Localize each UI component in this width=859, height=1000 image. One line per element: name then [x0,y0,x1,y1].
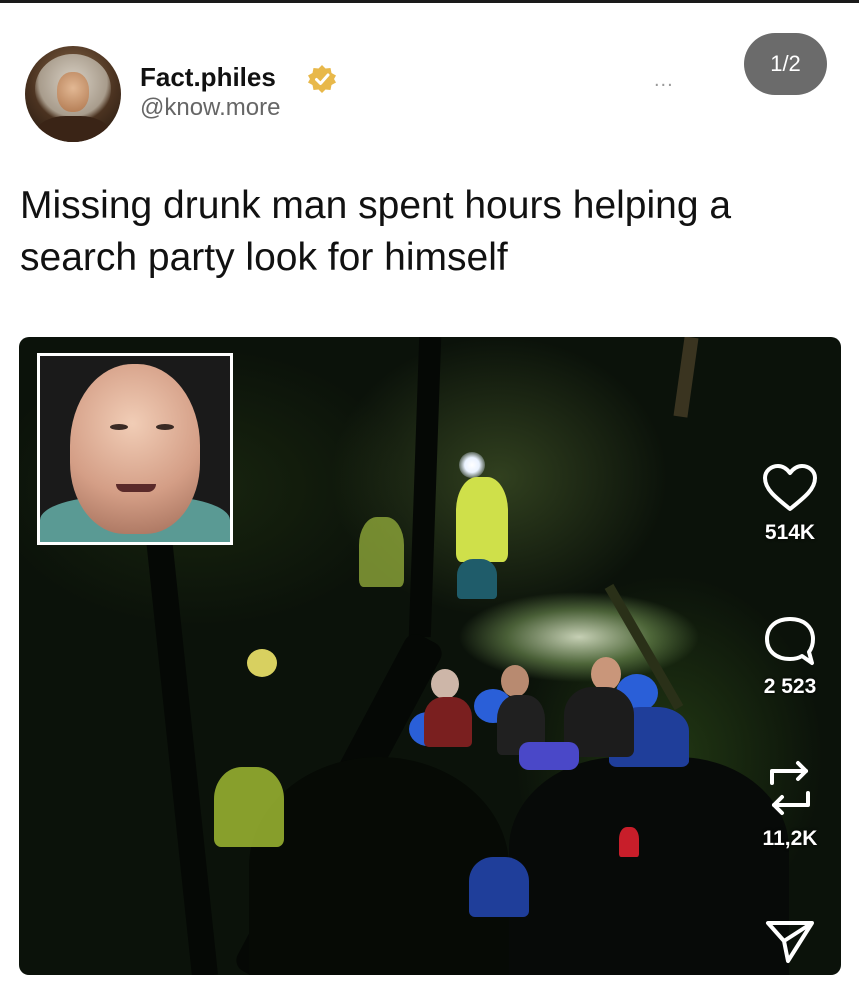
author-name[interactable]: Fact.philes [140,62,276,93]
top-divider [0,0,859,3]
avatar[interactable] [25,46,121,142]
heart-icon [763,464,817,511]
more-options-button[interactable]: ... [654,69,674,92]
comment-button[interactable]: 2 523 [758,615,822,699]
repost-button[interactable]: 11,2K [758,757,822,851]
share-button[interactable] [758,915,822,965]
repost-icon [770,761,810,815]
like-button[interactable]: 514K [758,463,822,545]
headlamp-light [459,452,485,478]
post-caption: Missing drunk man spent hours helping a … [20,184,732,279]
comment-count: 2 523 [763,675,817,698]
author-handle[interactable]: @know.more [140,94,280,122]
repost-count: 11,2K [762,827,818,850]
like-count: 514K [764,521,816,544]
share-icon [766,921,814,963]
post-photo[interactable]: 514K 2 523 11,2K [19,337,841,975]
verified-badge-icon [308,65,336,93]
inset-portrait [37,353,233,545]
comment-icon [765,617,815,665]
page-indicator: 1/2 [744,33,827,95]
